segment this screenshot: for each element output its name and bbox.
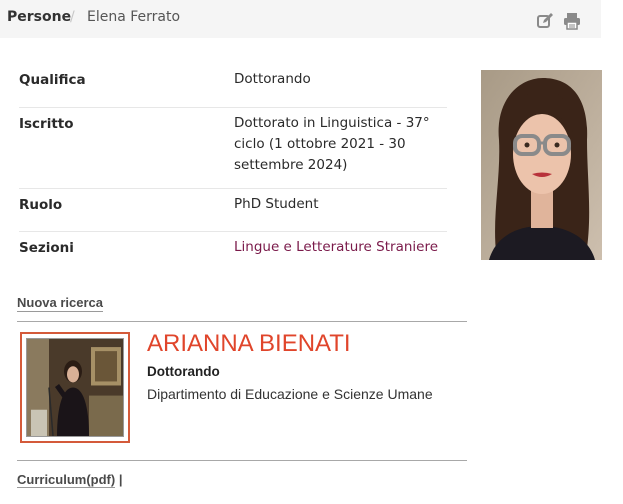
profile-value: Dottorato in Linguistica - 37° ciclo (1 … bbox=[234, 115, 430, 173]
profile-value: PhD Student bbox=[234, 196, 319, 212]
profile-photo bbox=[481, 70, 602, 260]
profile-row-qualifica: Qualifica Dottorando bbox=[19, 68, 447, 108]
breadcrumb-bar: Persone / Elena Ferrato bbox=[0, 0, 601, 38]
research-person-name[interactable]: ARIANNA BIENATI bbox=[147, 330, 351, 358]
profile-row-sezioni: Sezioni Lingue e Letterature Straniere bbox=[19, 232, 447, 264]
profile-label: Ruolo bbox=[19, 197, 63, 213]
breadcrumb-current: Elena Ferrato bbox=[87, 9, 181, 25]
print-icon[interactable] bbox=[563, 12, 581, 30]
profile-row-iscritto: Iscritto Dottorato in Linguistica - 37° … bbox=[19, 108, 447, 189]
profile-row-ruolo: Ruolo PhD Student bbox=[19, 189, 447, 232]
research-thumbnail[interactable] bbox=[20, 332, 130, 443]
profile-label: Iscritto bbox=[19, 116, 74, 132]
section-divider bbox=[17, 460, 467, 461]
research-person-department: Dipartimento di Educazione e Scienze Uma… bbox=[147, 386, 433, 402]
curriculum-pdf-link[interactable]: Curriculum(pdf) bbox=[17, 472, 116, 488]
section-title-nuova-ricerca: Nuova ricerca bbox=[17, 295, 103, 312]
profile-label: Sezioni bbox=[19, 240, 74, 256]
curriculum-row: Curriculum(pdf) | bbox=[17, 472, 123, 488]
research-person-role: Dottorando bbox=[147, 364, 220, 379]
profile-value: Dottorando bbox=[234, 71, 311, 87]
research-photo bbox=[26, 338, 124, 437]
section-divider bbox=[17, 321, 467, 322]
nuova-ricerca-link[interactable]: Nuova ricerca bbox=[17, 295, 103, 312]
breadcrumb-parent[interactable]: Persone bbox=[7, 9, 71, 25]
curriculum-separator: | bbox=[118, 472, 123, 487]
edit-icon[interactable] bbox=[536, 12, 554, 30]
breadcrumb-separator: / bbox=[70, 9, 75, 25]
sezioni-link[interactable]: Lingue e Letterature Straniere bbox=[234, 237, 439, 258]
profile-label: Qualifica bbox=[19, 72, 86, 88]
